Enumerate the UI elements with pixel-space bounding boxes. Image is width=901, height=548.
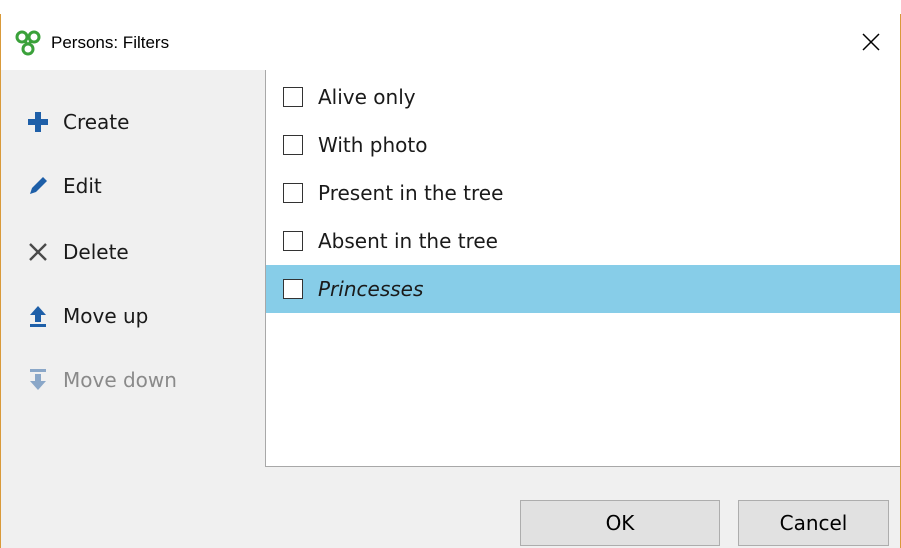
delete-button[interactable]: Delete [25, 234, 129, 270]
plus-icon [25, 109, 51, 135]
app-logo-icon [15, 30, 41, 56]
cancel-button[interactable]: Cancel [738, 500, 889, 546]
filter-item-princesses[interactable]: Princesses [266, 265, 900, 313]
move-down-label: Move down [63, 368, 177, 392]
filter-label: Present in the tree [318, 181, 504, 205]
filter-label: Princesses [318, 277, 424, 301]
edit-label: Edit [63, 174, 102, 198]
filter-label: With photo [318, 133, 428, 157]
filter-checkbox[interactable] [283, 135, 303, 155]
action-sidebar: Create Edit Delete Move up Move down [1, 70, 265, 392]
filter-checkbox[interactable] [283, 183, 303, 203]
pencil-icon [25, 173, 51, 199]
filter-label: Absent in the tree [318, 229, 498, 253]
edit-button[interactable]: Edit [25, 168, 102, 204]
title-bar: Persons: Filters [1, 14, 900, 70]
background-strip [0, 0, 901, 14]
filter-item-alive-only[interactable]: Alive only [266, 73, 900, 121]
window-title: Persons: Filters [51, 33, 170, 52]
move-down-button[interactable]: Move down [25, 362, 177, 398]
ok-button[interactable]: OK [520, 500, 720, 546]
move-up-button[interactable]: Move up [25, 298, 148, 334]
close-button[interactable] [848, 22, 894, 62]
create-label: Create [63, 110, 130, 134]
filter-checkbox[interactable] [283, 87, 303, 107]
x-icon [25, 239, 51, 265]
create-button[interactable]: Create [25, 104, 129, 140]
arrow-up-icon [25, 303, 51, 329]
dialog-window: Persons: Filters Create Edit Delete Move… [0, 14, 901, 548]
close-icon [862, 33, 880, 51]
arrow-down-icon [25, 367, 51, 393]
filter-label: Alive only [318, 85, 416, 109]
filter-list[interactable]: Alive only With photo Present in the tre… [265, 70, 900, 467]
filter-item-with-photo[interactable]: With photo [266, 121, 900, 169]
filter-item-absent-in-tree[interactable]: Absent in the tree [266, 217, 900, 265]
filter-checkbox[interactable] [283, 231, 303, 251]
filter-checkbox[interactable] [283, 279, 303, 299]
move-up-label: Move up [63, 304, 149, 328]
delete-label: Delete [63, 240, 129, 264]
filter-item-present-in-tree[interactable]: Present in the tree [266, 169, 900, 217]
